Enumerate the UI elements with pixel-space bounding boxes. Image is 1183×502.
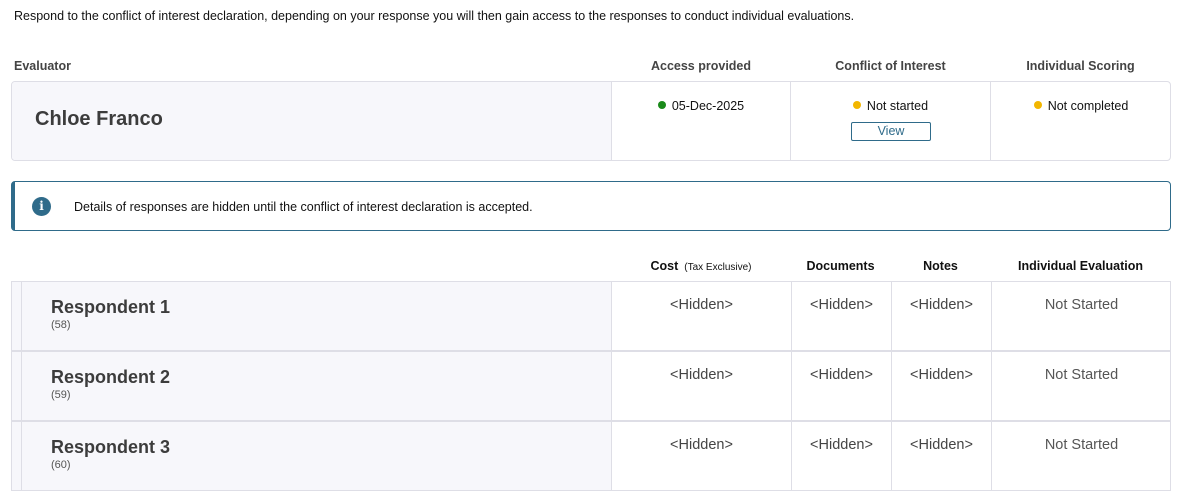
scoring-status-text: Not completed [1047, 99, 1129, 113]
access-provided-cell: 05-Dec-2025 [612, 82, 791, 160]
header-access-provided: Access provided [650, 59, 752, 73]
respondent-id: (59) [51, 389, 71, 401]
status-dot-icon [852, 101, 861, 109]
row-expand-handle[interactable] [12, 352, 22, 420]
conflict-of-interest-cell: Not started View [791, 82, 991, 160]
documents-cell: <Hidden> [792, 352, 892, 420]
table-row[interactable]: Respondent 1 (58) <Hidden> <Hidden> <Hid… [11, 281, 1171, 351]
evaluator-table-header: Evaluator Access provided Conflict of In… [0, 59, 1183, 75]
cost-cell: <Hidden> [612, 352, 792, 420]
respondent-id: (58) [51, 319, 71, 331]
info-banner: i Details of responses are hidden until … [11, 181, 1171, 231]
info-banner-text: Details of responses are hidden until th… [74, 200, 533, 214]
coi-status-text: Not started [866, 99, 929, 113]
evaluator-name-cell: Chloe Franco [12, 82, 612, 160]
table-row[interactable]: Respondent 3 (60) <Hidden> <Hidden> <Hid… [11, 421, 1171, 491]
respondents-table-header: Cost (Tax Exclusive) Documents Notes Indi… [0, 259, 1183, 275]
header-documents: Documents [806, 259, 875, 273]
header-cost: Cost (Tax Exclusive) [612, 259, 790, 273]
evaluation-status-cell: Not Started [1044, 297, 1119, 313]
respondent-name-cell: Respondent 2 (59) [22, 352, 612, 420]
info-icon: i [32, 197, 51, 216]
respondent-name-cell: Respondent 3 (60) [22, 422, 612, 490]
notes-cell: <Hidden> [892, 352, 992, 420]
intro-text: Respond to the conflict of interest decl… [14, 9, 855, 23]
cost-cell: <Hidden> [612, 282, 792, 350]
evaluation-status-cell: Not Started [1044, 367, 1119, 383]
documents-cell: <Hidden> [792, 282, 892, 350]
header-cost-note: (Tax Exclusive) [684, 262, 752, 273]
evaluator-name: Chloe Franco [35, 108, 163, 130]
respondent-name-cell: Respondent 1 (58) [22, 282, 612, 350]
table-row[interactable]: Respondent 2 (59) <Hidden> <Hidden> <Hid… [11, 351, 1171, 421]
header-cost-label: Cost [650, 259, 679, 273]
status-dot-icon [657, 101, 666, 109]
respondent-id: (60) [51, 459, 71, 471]
status-dot-icon [1033, 101, 1042, 109]
access-date: 05-Dec-2025 [671, 99, 745, 113]
coi-status: Not started [791, 99, 990, 113]
notes-cell: <Hidden> [892, 422, 992, 490]
header-notes: Notes [923, 259, 958, 273]
header-evaluator: Evaluator [14, 59, 71, 73]
evaluation-status-cell: Not Started [1044, 437, 1119, 453]
header-individual-evaluation: Individual Evaluation [1017, 259, 1144, 273]
cost-cell: <Hidden> [612, 422, 792, 490]
header-individual-scoring: Individual Scoring [1026, 59, 1135, 73]
header-conflict-of-interest: Conflict of Interest [835, 59, 946, 73]
respondent-name: Respondent 1 [51, 297, 171, 317]
respondent-name: Respondent 3 [51, 437, 171, 457]
individual-scoring-cell: Not completed [991, 82, 1170, 160]
view-coi-button[interactable]: View [851, 122, 931, 141]
documents-cell: <Hidden> [792, 422, 892, 490]
access-status: 05-Dec-2025 [612, 99, 790, 113]
scoring-status: Not completed [991, 99, 1170, 113]
evaluator-row: Chloe Franco 05-Dec-2025 Not started Vie… [11, 81, 1171, 161]
row-expand-handle[interactable] [12, 282, 22, 350]
row-expand-handle[interactable] [12, 422, 22, 490]
notes-cell: <Hidden> [892, 282, 992, 350]
respondent-name: Respondent 2 [51, 367, 171, 387]
